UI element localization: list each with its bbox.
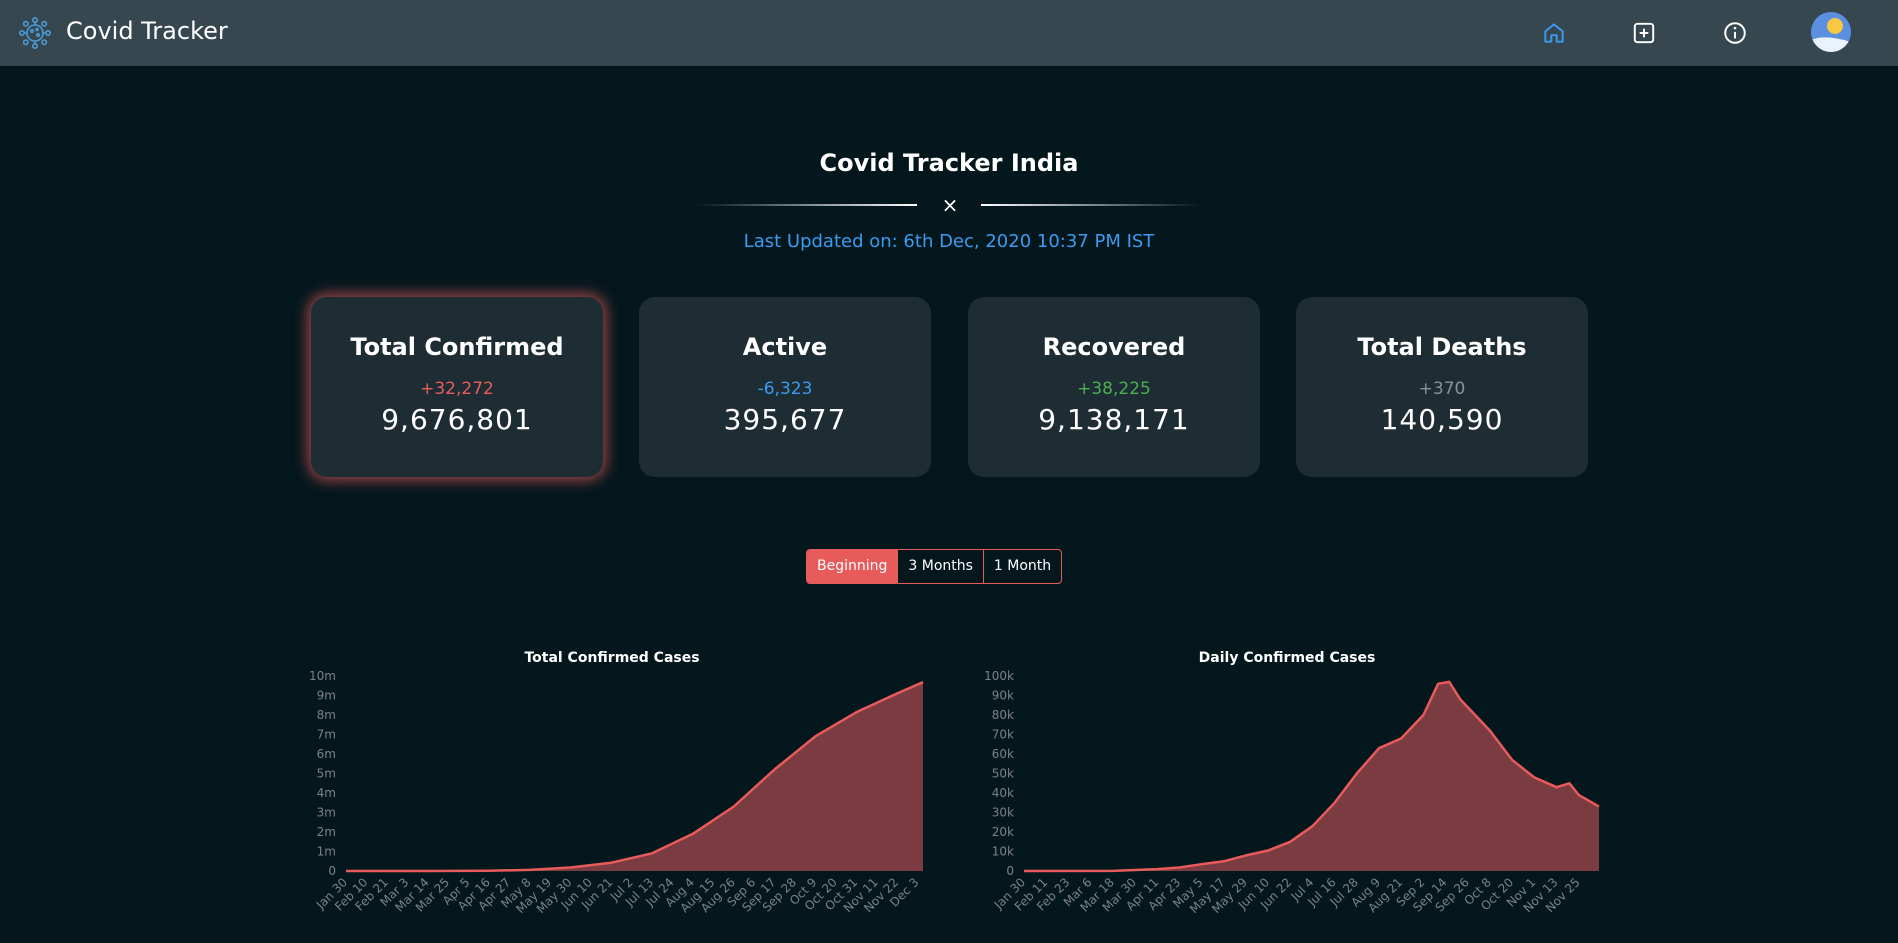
divider-close-icon: × xyxy=(941,193,959,217)
chart-title: Daily Confirmed Cases xyxy=(1199,650,1376,666)
card-delta: -6,323 xyxy=(757,379,813,399)
virus-logo-icon xyxy=(18,16,51,49)
card-title: Active xyxy=(742,333,828,361)
card-delta: +370 xyxy=(1418,379,1466,399)
y-tick-label: 70k xyxy=(992,728,1014,742)
total-confirmed-chart: Total Confirmed Cases 0 1m 2m 3m 4m 5m 6m 7m 8m 9m… xyxy=(309,650,924,916)
y-tick-label: 2m xyxy=(317,825,336,839)
range-beginning-button[interactable]: Beginning xyxy=(807,550,899,583)
card-title: Total Deaths xyxy=(1357,333,1527,361)
y-tick-label: 100k xyxy=(984,669,1014,683)
y-tick-label: 0 xyxy=(1006,864,1014,878)
y-tick-label: 50k xyxy=(992,767,1014,781)
y-tick-label: 10m xyxy=(309,669,336,683)
card-value: 140,590 xyxy=(1380,403,1504,436)
y-tick-label: 5m xyxy=(317,767,336,781)
card-delta: +38,225 xyxy=(1077,379,1151,399)
nav-add-button[interactable] xyxy=(1625,14,1663,52)
plus-square-icon xyxy=(1633,22,1655,44)
card-total-confirmed[interactable]: Total Confirmed +32,272 9,676,801 xyxy=(311,297,603,477)
y-tick-label: 7m xyxy=(317,728,336,742)
user-avatar-icon xyxy=(1811,12,1851,52)
y-tick-label: 90k xyxy=(992,689,1014,703)
range-3-months-button[interactable]: 3 Months xyxy=(898,550,984,583)
series-area xyxy=(1024,681,1599,871)
app-title: Covid Tracker xyxy=(66,17,228,45)
card-value: 9,138,171 xyxy=(1038,403,1190,436)
y-tick-label: 40k xyxy=(992,786,1014,800)
page-title: Covid Tracker India xyxy=(819,149,1079,177)
info-icon xyxy=(1724,22,1746,44)
range-toggle-group: Beginning 3 Months 1 Month xyxy=(806,549,1063,584)
y-tick-label: 30k xyxy=(992,806,1014,820)
y-tick-label: 10k xyxy=(992,845,1014,859)
top-app-bar: Covid Tracker xyxy=(0,0,1898,66)
card-delta: +32,272 xyxy=(420,379,494,399)
series-area xyxy=(346,682,923,871)
y-tick-label: 9m xyxy=(317,689,336,703)
y-tick-label: 20k xyxy=(992,825,1014,839)
daily-confirmed-chart: Daily Confirmed Cases 0 10k 20k 30k 40k 50k 60k… xyxy=(984,650,1600,916)
avatar[interactable] xyxy=(1811,12,1851,52)
range-1-month-button[interactable]: 1 Month xyxy=(984,550,1061,583)
nav-info-button[interactable] xyxy=(1716,14,1754,52)
card-recovered[interactable]: Recovered +38,225 9,138,171 xyxy=(968,297,1260,477)
last-updated-text: Last Updated on: 6th Dec, 2020 10:37 PM … xyxy=(743,231,1155,252)
chart-title: Total Confirmed Cases xyxy=(524,650,699,666)
card-value: 9,676,801 xyxy=(381,403,533,436)
y-tick-label: 6m xyxy=(317,747,336,761)
title-divider-right xyxy=(981,204,1201,206)
card-title: Total Confirmed xyxy=(350,333,564,361)
card-title: Recovered xyxy=(1042,333,1186,361)
y-tick-label: 8m xyxy=(317,708,336,722)
y-tick-label: 0 xyxy=(328,864,336,878)
y-tick-label: 1m xyxy=(317,845,336,859)
y-tick-label: 3m xyxy=(317,806,336,820)
y-tick-label: 4m xyxy=(317,786,336,800)
y-tick-label: 60k xyxy=(992,747,1014,761)
y-tick-label: 80k xyxy=(992,708,1014,722)
nav-home-button[interactable] xyxy=(1535,14,1573,52)
card-active[interactable]: Active -6,323 395,677 xyxy=(639,297,931,477)
home-icon xyxy=(1544,23,1564,43)
card-total-deaths[interactable]: Total Deaths +370 140,590 xyxy=(1296,297,1588,477)
card-value: 395,677 xyxy=(723,403,847,436)
title-divider-left xyxy=(697,204,917,206)
